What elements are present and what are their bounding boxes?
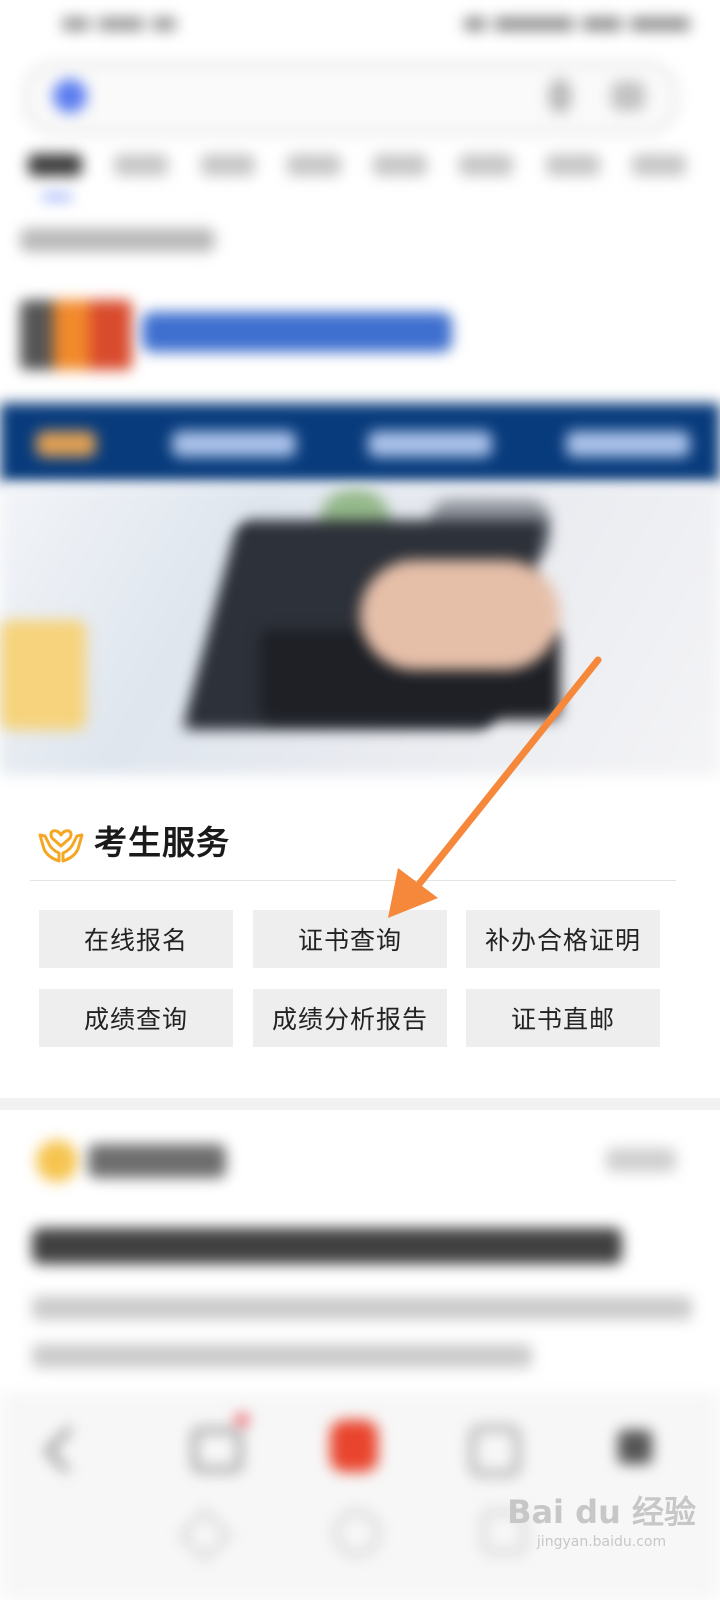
search-engine-icon	[53, 79, 87, 113]
online-registration-button[interactable]: 在线报名	[39, 910, 233, 968]
tab-6[interactable]	[459, 150, 545, 180]
reissue-certificate-button[interactable]: 补办合格证明	[466, 910, 660, 968]
watermark-brand: Bai du 经验	[507, 1493, 696, 1531]
nav-item-2[interactable]	[172, 431, 296, 457]
score-analysis-report-button[interactable]: 成绩分析报告	[253, 989, 447, 1047]
home-app-icon[interactable]	[330, 1420, 378, 1472]
news-headline[interactable]	[32, 1228, 622, 1264]
chat-icon[interactable]	[192, 1428, 242, 1472]
news-icon	[36, 1140, 78, 1182]
watermark-url: jingyan.baidu.com	[536, 1534, 667, 1550]
site-nav-bar	[0, 403, 720, 483]
tab-8[interactable]	[631, 150, 718, 180]
tab-5[interactable]	[373, 150, 459, 180]
services-header: 考生服务	[36, 812, 230, 868]
tab-3[interactable]	[200, 150, 287, 180]
banner-hand	[360, 560, 560, 670]
more-link[interactable]	[606, 1148, 676, 1172]
services-title: 考生服务	[94, 823, 230, 862]
notification-dot	[236, 1414, 248, 1426]
status-bar-right	[440, 12, 690, 36]
certificate-mail-button[interactable]: 证书直邮	[466, 989, 660, 1047]
nav-item-home[interactable]	[36, 431, 96, 457]
status-bar-left	[62, 12, 192, 36]
section-separator	[0, 1098, 720, 1110]
camera-icon[interactable]	[611, 81, 645, 111]
nav-item-3[interactable]	[368, 431, 492, 457]
tab-7[interactable]	[545, 150, 632, 180]
certificate-query-button[interactable]: 证书查询	[253, 910, 447, 968]
divider	[30, 880, 676, 881]
active-tab-indicator	[42, 194, 72, 200]
tab-4[interactable]	[286, 150, 373, 180]
tabs-icon[interactable]	[470, 1426, 520, 1476]
banner-decor	[0, 620, 86, 730]
site-url	[20, 228, 215, 252]
watermark: Bai du 经验 jingyan.baidu.com	[507, 1496, 696, 1550]
menu-icon[interactable]	[618, 1430, 652, 1464]
score-query-button[interactable]: 成绩查询	[39, 989, 233, 1047]
search-tabs	[28, 150, 718, 190]
tab-all[interactable]	[28, 150, 114, 180]
system-home-icon[interactable]	[334, 1510, 380, 1556]
microphone-icon[interactable]	[549, 79, 571, 113]
heart-hands-icon	[38, 829, 84, 863]
nav-item-4[interactable]	[566, 431, 690, 457]
site-logo	[20, 300, 132, 370]
tab-2[interactable]	[114, 150, 200, 180]
news-section-title	[88, 1144, 226, 1178]
search-bar[interactable]	[24, 62, 678, 134]
news-summary-line	[32, 1344, 532, 1368]
news-summary-line	[32, 1296, 692, 1320]
site-name	[142, 312, 452, 352]
